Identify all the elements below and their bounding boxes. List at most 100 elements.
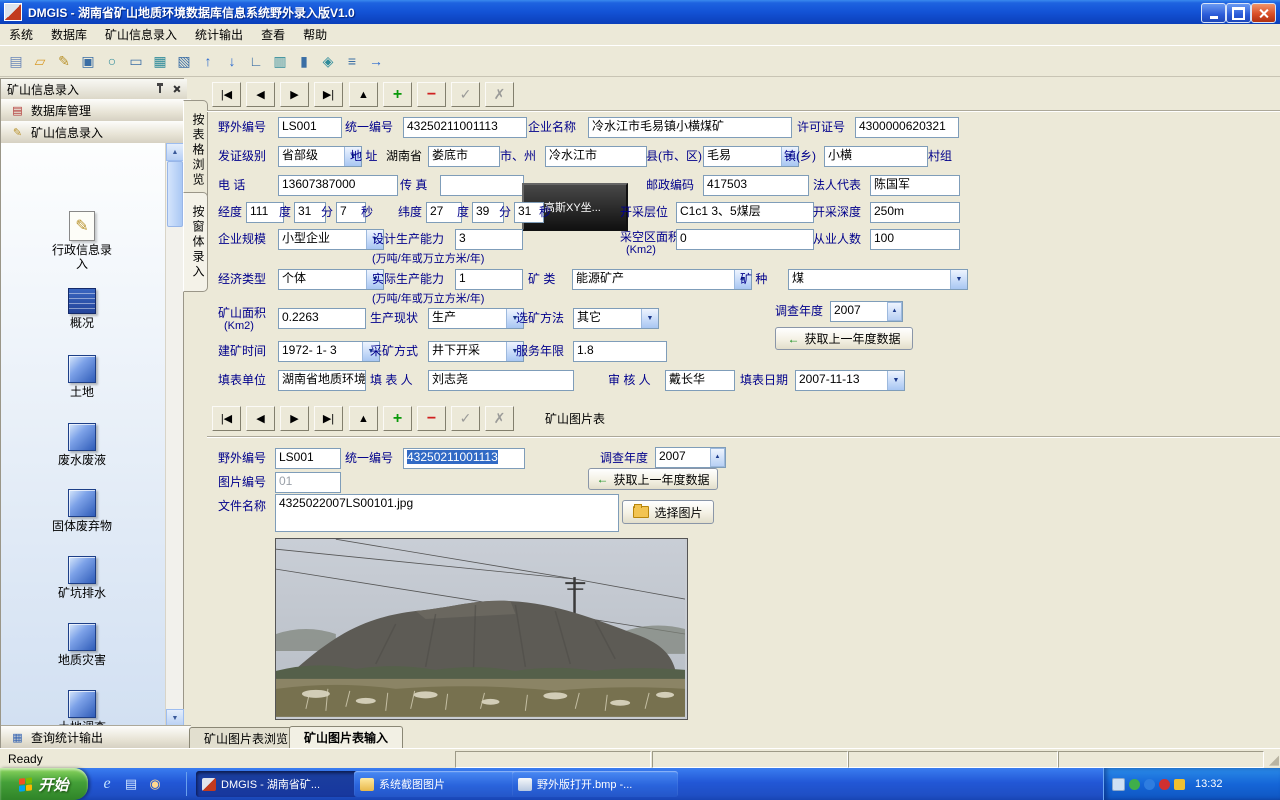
nav1-delete-button[interactable]: − bbox=[417, 82, 446, 107]
mine-class-select[interactable]: 能源矿产 ▼ bbox=[572, 269, 752, 290]
nav2-next-button[interactable]: ▶ bbox=[280, 406, 309, 431]
refresh-icon[interactable]: ○ bbox=[100, 49, 124, 73]
postcode-field[interactable]: 417503 bbox=[703, 175, 809, 196]
task-dmgis[interactable]: DMGIS - 湖南省矿... bbox=[196, 771, 362, 797]
fill-date-select[interactable]: 2007-11-13 ▼ bbox=[795, 370, 905, 391]
tab-entry-by-form[interactable]: 按窗体录入 bbox=[183, 192, 208, 292]
pic-get-previous-year-button[interactable]: ← 获取上一年度数据 bbox=[588, 468, 718, 490]
city-field[interactable]: 娄底市 bbox=[428, 146, 500, 167]
print-icon[interactable]: ▭ bbox=[124, 49, 148, 73]
sidebar-item-solid-waste[interactable]: 固体废弃物 bbox=[1, 489, 163, 533]
field-no-field[interactable]: LS001 bbox=[278, 117, 342, 138]
phone-field[interactable]: 13607387000 bbox=[278, 175, 398, 196]
nav1-prev-button[interactable]: ◀ bbox=[246, 82, 275, 107]
sidebar-item-overview[interactable]: 概况 bbox=[1, 288, 163, 330]
chevron-down-icon[interactable]: ▼ bbox=[950, 270, 967, 289]
nav2-delete-button[interactable]: − bbox=[417, 406, 446, 431]
menu-database[interactable]: 数据库 bbox=[42, 24, 96, 45]
clock[interactable]: 13:32 bbox=[1195, 778, 1223, 790]
scroll-thumb[interactable] bbox=[167, 161, 183, 227]
legal-rep-field[interactable]: 陈国军 bbox=[870, 175, 960, 196]
filler-field[interactable]: 刘志尧 bbox=[428, 370, 574, 391]
dressing-method-select[interactable]: 其它 ▼ bbox=[573, 308, 659, 329]
menu-stats-output[interactable]: 统计输出 bbox=[186, 24, 252, 45]
pin-icon[interactable] bbox=[152, 82, 167, 96]
nav2-prev-button[interactable]: ◀ bbox=[246, 406, 275, 431]
auditor-field[interactable]: 戴长华 bbox=[665, 370, 735, 391]
move-down-icon[interactable]: ↓ bbox=[220, 49, 244, 73]
save-icon[interactable]: ▣ bbox=[76, 49, 100, 73]
nav1-first-button[interactable]: |◀ bbox=[212, 82, 241, 107]
tab-browse-by-table[interactable]: 按表格浏览 bbox=[183, 100, 208, 200]
network-icon[interactable] bbox=[1112, 778, 1125, 791]
scroll-up-icon[interactable]: ▲ bbox=[166, 143, 184, 161]
update-icon[interactable] bbox=[1159, 779, 1170, 790]
sidebar-section-entry[interactable]: ✎ 矿山信息录入 bbox=[1, 121, 191, 144]
nav2-first-button[interactable]: |◀ bbox=[212, 406, 241, 431]
sidebar-item-land[interactable]: 土地 bbox=[1, 355, 163, 399]
move-up-icon[interactable]: ↑ bbox=[196, 49, 220, 73]
ruler-icon[interactable]: ∟ bbox=[244, 49, 268, 73]
mine-kind-select[interactable]: 煤 ▼ bbox=[788, 269, 968, 290]
sidebar-item-pit-drainage[interactable]: 矿坑排水 bbox=[1, 556, 163, 600]
sidebar-item-admin-info[interactable]: ✎ 行政信息录入 bbox=[1, 211, 163, 271]
spinner-arrows-icon[interactable]: ▲▼ bbox=[710, 448, 725, 467]
goaf-area-field[interactable]: 0 bbox=[676, 229, 814, 250]
nav1-last-button[interactable]: ▶| bbox=[314, 82, 343, 107]
spinner-arrows-icon[interactable]: ▲▼ bbox=[887, 302, 902, 321]
nav2-cancel-button[interactable]: ✗ bbox=[485, 406, 514, 431]
mining-layer-field[interactable]: C1c1 3、5煤层 bbox=[676, 202, 814, 223]
economy-type-select[interactable]: 个体 ▼ bbox=[278, 269, 384, 290]
map-icon[interactable]: ◈ bbox=[316, 49, 340, 73]
nav2-add-button[interactable]: + bbox=[383, 406, 412, 431]
sidebar-item-geohazard[interactable]: 地质灾害 bbox=[1, 623, 163, 667]
pic-field-no-field[interactable]: LS001 bbox=[275, 448, 341, 469]
scale-select[interactable]: 小型企业 ▼ bbox=[278, 229, 384, 250]
chevron-down-icon[interactable]: ▼ bbox=[887, 371, 904, 390]
pic-unified-field[interactable]: 43250211001113 bbox=[403, 448, 525, 469]
minimize-button[interactable] bbox=[1201, 3, 1226, 23]
nav2-post-button[interactable]: ✓ bbox=[451, 406, 480, 431]
file-name-field[interactable]: 4325022007LS00101.jpg bbox=[275, 494, 619, 532]
tab-picture-browse[interactable]: 矿山图片表浏览 bbox=[189, 727, 303, 748]
task-screenshot-folder[interactable]: 系统截图图片 bbox=[354, 771, 520, 797]
town-field[interactable]: 小横 bbox=[824, 146, 928, 167]
nav2-top-button[interactable]: ▲ bbox=[349, 406, 378, 431]
fill-unit-field[interactable]: 湖南省地质环境 bbox=[278, 370, 366, 391]
production-status-select[interactable]: 生产 ▼ bbox=[428, 308, 524, 329]
sidebar-scrollbar[interactable]: ▲ ▼ bbox=[165, 143, 183, 727]
resize-grip-icon[interactable]: ◢ bbox=[1269, 752, 1279, 768]
media-player-icon[interactable]: ◉ bbox=[144, 773, 166, 795]
menu-system[interactable]: 系统 bbox=[0, 24, 42, 45]
nav1-cancel-button[interactable]: ✗ bbox=[485, 82, 514, 107]
select-picture-button[interactable]: 选择图片 bbox=[622, 500, 714, 524]
exit-icon[interactable]: → bbox=[364, 49, 388, 73]
fax-field[interactable] bbox=[440, 175, 524, 196]
nav2-last-button[interactable]: ▶| bbox=[314, 406, 343, 431]
nav1-top-button[interactable]: ▲ bbox=[349, 82, 378, 107]
actual-capacity-field[interactable]: 1 bbox=[455, 269, 523, 290]
get-previous-year-button[interactable]: ← 获取上一年度数据 bbox=[775, 327, 913, 350]
mail-icon[interactable]: ▧ bbox=[172, 49, 196, 73]
volume-icon[interactable] bbox=[1174, 779, 1185, 790]
service-years-field[interactable]: 1.8 bbox=[573, 341, 667, 362]
task-bmp-file[interactable]: 野外版打开.bmp -... bbox=[512, 771, 678, 797]
design-capacity-field[interactable]: 3 bbox=[455, 229, 523, 250]
nav1-next-button[interactable]: ▶ bbox=[280, 82, 309, 107]
sidebar-section-db[interactable]: ▤ 数据库管理 bbox=[1, 99, 191, 122]
chevron-down-icon[interactable]: ▼ bbox=[641, 309, 658, 328]
menu-help[interactable]: 帮助 bbox=[294, 24, 336, 45]
pic-year-spinner[interactable]: 2007 ▲▼ bbox=[655, 447, 726, 468]
sidebar-close-icon[interactable] bbox=[169, 82, 184, 96]
menu-view[interactable]: 查看 bbox=[252, 24, 294, 45]
enterprise-field[interactable]: 冷水江市毛易镇小横煤矿 bbox=[588, 117, 792, 138]
unified-no-field[interactable]: 43250211001113 bbox=[403, 117, 527, 138]
sidebar-item-wastewater[interactable]: 废水废液 bbox=[1, 423, 163, 467]
license-field[interactable]: 4300000620321 bbox=[855, 117, 959, 138]
city2-field[interactable]: 冷水江市 bbox=[545, 146, 647, 167]
show-desktop-icon[interactable]: ▤ bbox=[120, 773, 142, 795]
mine-area-field[interactable]: 0.2263 bbox=[278, 308, 366, 329]
antivirus-icon[interactable] bbox=[1129, 779, 1140, 790]
start-button[interactable]: 开始 bbox=[0, 768, 88, 800]
building-icon[interactable]: ▮ bbox=[292, 49, 316, 73]
